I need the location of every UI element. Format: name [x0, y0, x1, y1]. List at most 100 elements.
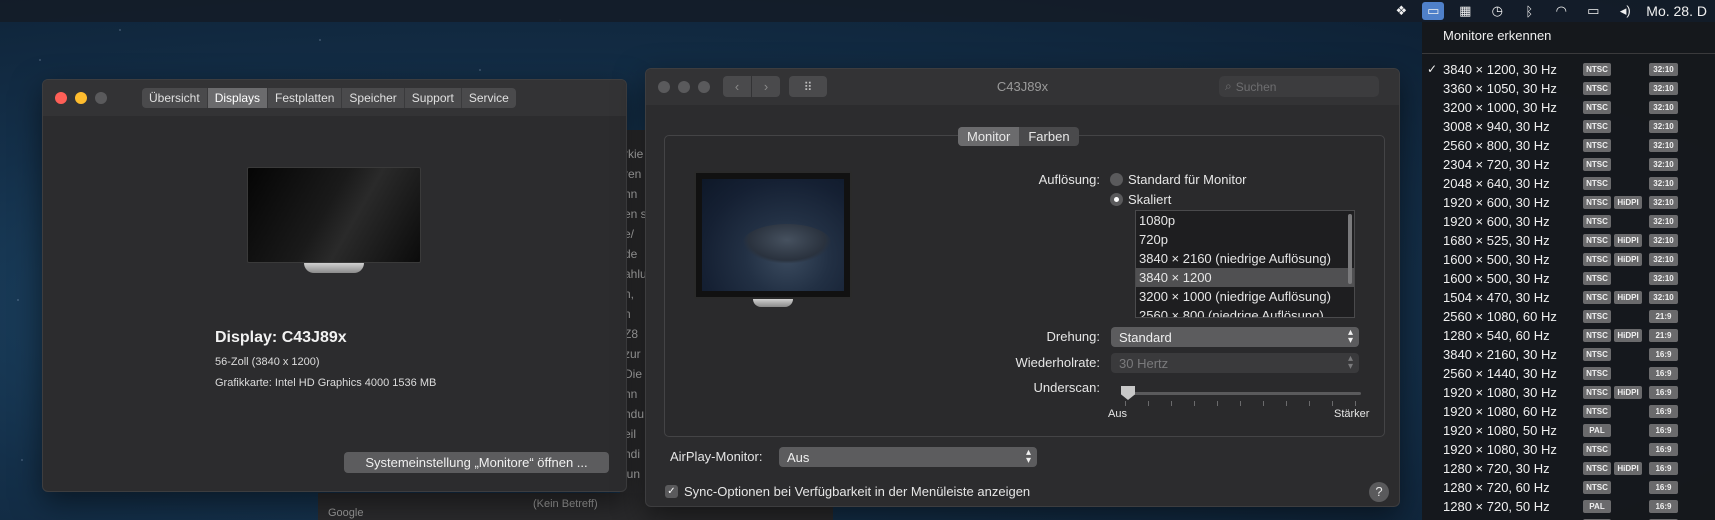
time-machine-icon[interactable]: ◷ [1486, 2, 1508, 20]
resolution-menu-item[interactable]: 3840 × 2160, 30 Hz NTSC 16:9 [1422, 345, 1715, 364]
signal-badge: NTSC [1583, 310, 1611, 323]
chevron-updown-icon: ▴ ▾ [1347, 353, 1353, 372]
resolution-option[interactable]: 3840 × 2160 (niedrige Auflösung) [1136, 249, 1354, 268]
resolution-label: 1920 × 600, 30 Hz [1443, 195, 1550, 210]
aspect-ratio-badge: 16:9 [1649, 424, 1678, 437]
resolution-menu-item[interactable]: 1920 × 1080, 30 Hz NTSC HiDPI 16:9 [1422, 383, 1715, 402]
resolution-menu-item[interactable]: 1280 × 720, 60 Hz NTSC 16:9 [1422, 478, 1715, 497]
radio-scaled[interactable]: Skaliert [1110, 192, 1171, 207]
resolution-option[interactable]: 1080p [1136, 211, 1354, 230]
zoom-button[interactable] [95, 92, 107, 104]
volume-icon[interactable]: ◂) [1614, 2, 1636, 20]
slider-knob[interactable] [1121, 386, 1135, 400]
resolution-menu-item[interactable]: 2560 × 800, 30 Hz NTSC 32:10 [1422, 136, 1715, 155]
resolution-menu-item[interactable]: 2560 × 1080, 60 Hz NTSC 21:9 [1422, 307, 1715, 326]
about-this-mac-window: Übersicht Displays Festplatten Speicher … [42, 79, 627, 492]
signal-badge: NTSC [1583, 291, 1611, 304]
airplay-popup[interactable]: Aus ▴ ▾ [779, 447, 1037, 467]
resolution-label: 1920 × 1080, 50 Hz [1443, 423, 1557, 438]
tab-service[interactable]: Service [462, 88, 516, 108]
resolution-menu-item[interactable]: 3360 × 1050, 30 Hz NTSC 32:10 [1422, 79, 1715, 98]
signal-badge: NTSC [1583, 443, 1611, 456]
signal-badge: PAL [1583, 500, 1611, 513]
search-input[interactable]: ⌕ Suchen [1219, 76, 1379, 97]
display-size: 56-Zoll (3840 x 1200) [215, 356, 320, 368]
monitor-image [247, 167, 421, 273]
signal-badge: NTSC [1583, 196, 1611, 209]
resolution-menu-item[interactable]: 1280 × 540, 60 Hz NTSC HiDPI 21:9 [1422, 326, 1715, 345]
resolution-menu-item[interactable]: ✓ 3840 × 1200, 30 Hz NTSC 32:10 [1422, 60, 1715, 79]
tab-support[interactable]: Support [405, 88, 462, 108]
resolution-menu-item[interactable]: 1600 × 500, 30 Hz NTSC 32:10 [1422, 269, 1715, 288]
resolution-menu-item[interactable]: 1920 × 600, 30 Hz NTSC HiDPI 32:10 [1422, 193, 1715, 212]
signal-badge: NTSC [1583, 462, 1611, 475]
aspect-ratio-badge: 16:9 [1649, 443, 1678, 456]
resolution-menu-item[interactable]: 1600 × 500, 30 Hz NTSC HiDPI 32:10 [1422, 250, 1715, 269]
radio-default[interactable]: Standard für Monitor [1110, 172, 1247, 187]
tab-monitor[interactable]: Monitor [958, 127, 1020, 146]
resolution-menu-item[interactable]: 3200 × 1000, 30 Hz NTSC 32:10 [1422, 98, 1715, 117]
aspect-ratio-badge: 32:10 [1649, 177, 1678, 190]
airplay-icon[interactable]: ▭ [1582, 2, 1604, 20]
resolution-option[interactable]: 720p [1136, 230, 1354, 249]
hidpi-badge: HiDPI [1614, 291, 1642, 304]
tab-memory[interactable]: Speicher [342, 88, 405, 108]
resolution-menu-item[interactable]: 2560 × 1440, 30 Hz NTSC 16:9 [1422, 364, 1715, 383]
rotation-popup[interactable]: Standard ▴ ▾ [1111, 327, 1359, 347]
resolution-option[interactable]: 3840 × 1200 [1136, 268, 1354, 287]
aspect-ratio-badge: 16:9 [1649, 386, 1678, 399]
resolution-menu-item[interactable]: 3008 × 940, 30 Hz NTSC 32:10 [1422, 117, 1715, 136]
tab-overview[interactable]: Übersicht [142, 88, 208, 108]
refresh-popup[interactable]: 30 Hertz ▴ ▾ [1111, 353, 1359, 373]
aspect-ratio-badge: 32:10 [1649, 272, 1678, 285]
signal-badge: NTSC [1583, 481, 1611, 494]
resolution-option[interactable]: 3200 × 1000 (niedrige Auflösung) [1136, 287, 1354, 306]
resolution-menu-item[interactable]: 1680 × 525, 30 Hz NTSC HiDPI 32:10 [1422, 231, 1715, 250]
resolution-menu-item[interactable]: 2304 × 720, 30 Hz NTSC 32:10 [1422, 155, 1715, 174]
tab-storage[interactable]: Festplatten [268, 88, 343, 108]
aspect-ratio-badge: 21:9 [1649, 310, 1678, 323]
hidpi-badge: HiDPI [1614, 386, 1642, 399]
resolution-label: 1280 × 720, 30 Hz [1443, 461, 1550, 476]
open-display-prefs-button[interactable]: Systemeinstellung „Monitore“ öffnen ... [344, 452, 609, 473]
tab-colors[interactable]: Farben [1019, 127, 1078, 146]
resolution-menu-item[interactable]: 1920 × 1080, 60 Hz NTSC 16:9 [1422, 402, 1715, 421]
dropbox-icon[interactable]: ❖ [1390, 2, 1412, 20]
aspect-ratio-badge: 16:9 [1649, 348, 1678, 361]
tab-displays[interactable]: Displays [207, 88, 269, 108]
menu-clock[interactable]: Mo. 28. D [1646, 3, 1707, 19]
aspect-ratio-badge: 32:10 [1649, 120, 1678, 133]
resolution-menu-item[interactable]: 1920 × 1080, 30 Hz NTSC 16:9 [1422, 440, 1715, 459]
aspect-ratio-badge: 16:9 [1649, 481, 1678, 494]
minimize-button[interactable] [75, 92, 87, 104]
wifi-icon[interactable]: ◠ [1550, 2, 1572, 20]
layout-icon[interactable]: ▦ [1454, 2, 1476, 20]
resolution-menu-item[interactable]: 1280 × 720, 30 Hz NTSC HiDPI 16:9 [1422, 459, 1715, 478]
resolution-menu-item[interactable]: 1280 × 720, 50 Hz PAL 16:9 [1422, 497, 1715, 516]
display-icon[interactable]: ▭ [1422, 2, 1445, 20]
resolution-option[interactable]: 2560 × 800 (niedrige Auflösung) [1136, 306, 1354, 317]
chevron-updown-icon: ▴ ▾ [1347, 327, 1353, 346]
resolution-menu-item[interactable]: 1920 × 600, 30 Hz NTSC 32:10 [1422, 212, 1715, 231]
checkbox-box[interactable]: ✓ [665, 485, 678, 498]
resolution-scrollbar[interactable] [1348, 214, 1352, 284]
resolution-menu-item[interactable]: 2048 × 640, 30 Hz NTSC 32:10 [1422, 174, 1715, 193]
radio-scaled-dot[interactable] [1110, 193, 1123, 206]
close-button[interactable] [55, 92, 67, 104]
bluetooth-icon[interactable]: ᛒ [1518, 2, 1540, 20]
resolution-menu-item[interactable]: 1504 × 470, 30 Hz NTSC HiDPI 32:10 [1422, 288, 1715, 307]
sync-options-checkbox[interactable]: ✓ Sync-Optionen bei Verfügbarkeit in der… [665, 484, 1030, 499]
aspect-ratio-badge: 32:10 [1649, 291, 1678, 304]
resolution-menu-item[interactable]: 1920 × 1080, 50 Hz PAL 16:9 [1422, 421, 1715, 440]
resolution-menu-item[interactable]: 1280 × 720, 30 HzNTSC16:9 [1422, 516, 1715, 520]
resolution-label: 1600 × 500, 30 Hz [1443, 271, 1550, 286]
detect-displays-item[interactable]: Monitore erkennen [1422, 22, 1715, 50]
resolution-list[interactable]: 1080p 720p 3840 × 2160 (niedrige Auflösung… [1135, 210, 1355, 318]
help-button[interactable]: ? [1369, 482, 1389, 502]
underscan-slider[interactable] [1121, 386, 1361, 406]
radio-default-dot[interactable] [1110, 173, 1123, 186]
resolution-label: 2560 × 1080, 60 Hz [1443, 309, 1557, 324]
hidpi-badge: HiDPI [1614, 196, 1642, 209]
signal-badge: NTSC [1583, 386, 1611, 399]
chevron-updown-icon: ▴ ▾ [1025, 447, 1031, 466]
